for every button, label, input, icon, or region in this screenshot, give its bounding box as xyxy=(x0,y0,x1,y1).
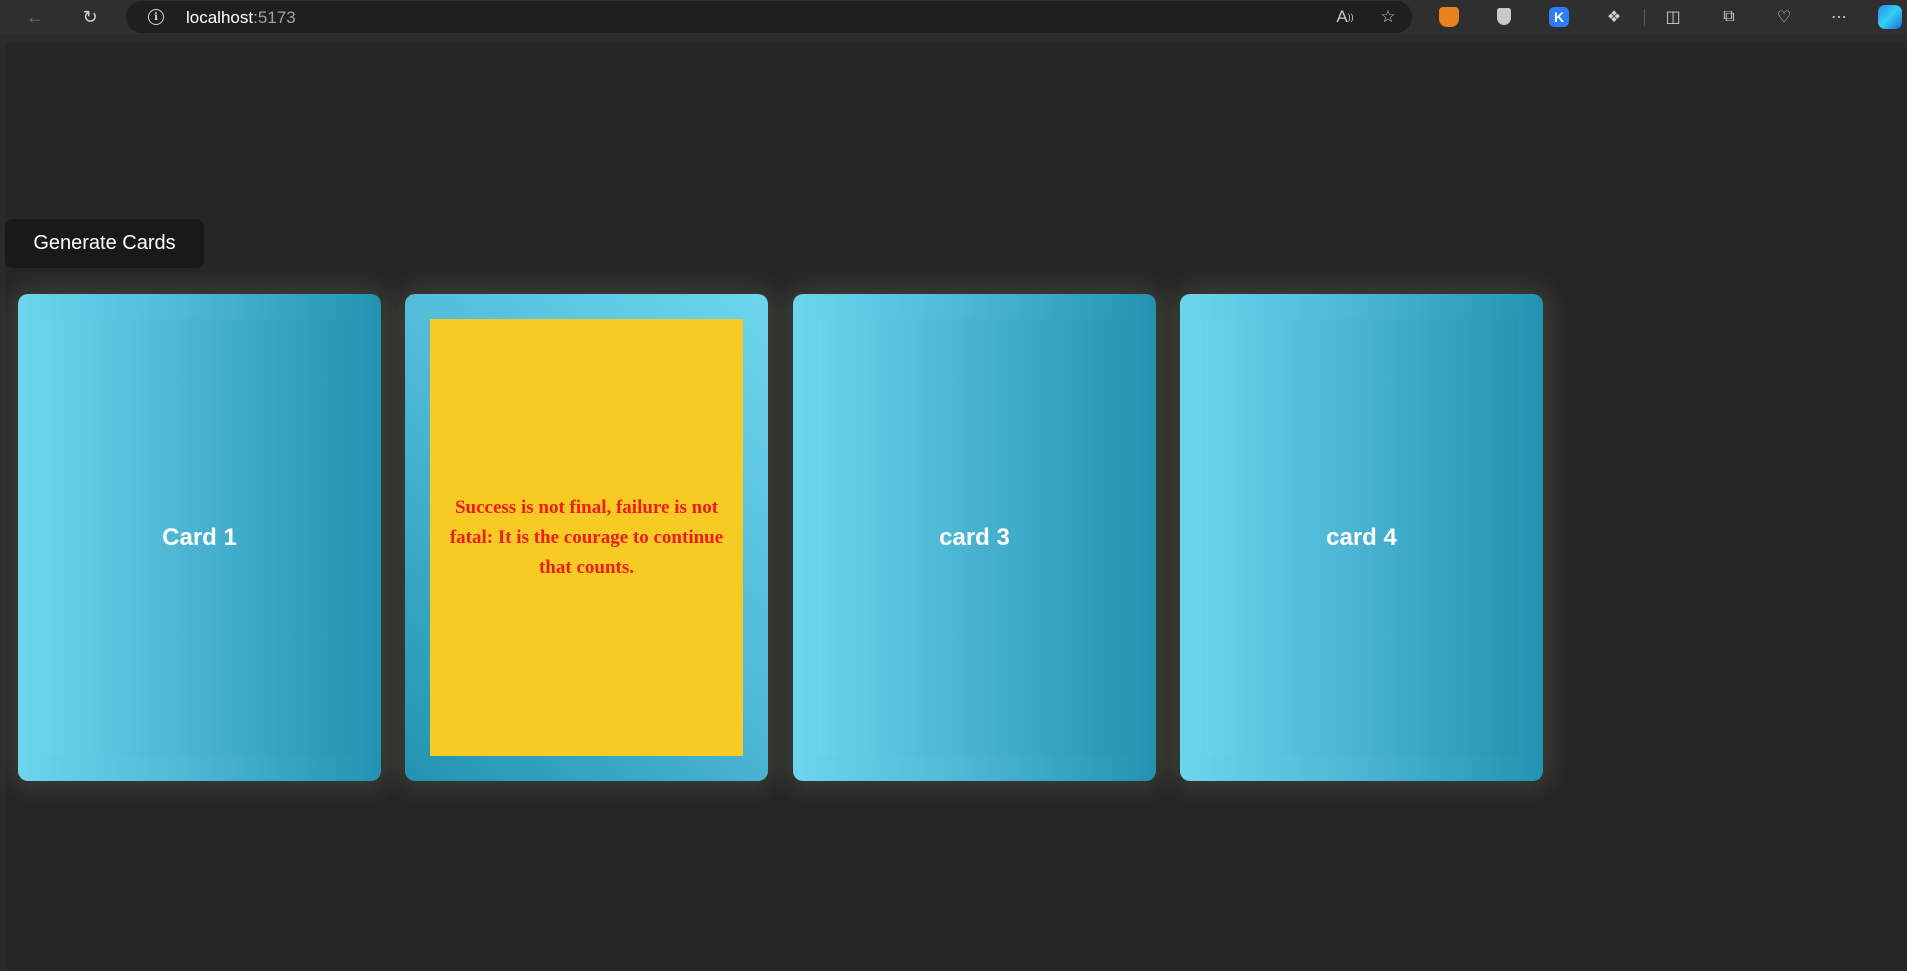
read-aloud-icon[interactable]: A)) xyxy=(1329,1,1361,33)
card-quote-face: Success is not final, failure is not fat… xyxy=(430,319,743,756)
k-extension-icon[interactable]: K xyxy=(1549,7,1569,27)
url-port: :5173 xyxy=(253,8,296,27)
reload-icon[interactable]: ↻ xyxy=(73,0,107,34)
url-text[interactable]: localhost:5173 xyxy=(186,8,296,28)
url-host: localhost xyxy=(186,8,254,27)
generate-cards-button[interactable]: Generate Cards xyxy=(5,219,204,268)
toolbar-separator xyxy=(1644,9,1645,26)
browser-essentials-icon[interactable]: ♡ xyxy=(1771,4,1797,30)
address-bar[interactable]: i localhost:5173 A)) ☆ xyxy=(126,1,1412,33)
browser-toolbar: ← ↻ i localhost:5173 A)) ☆ K ❖ ◫ ⧉ ♡ ⋯ xyxy=(0,0,1907,34)
split-screen-icon[interactable]: ◫ xyxy=(1660,4,1686,30)
card-label: Card 1 xyxy=(162,523,237,551)
card-face: card 3 xyxy=(818,319,1131,756)
more-options-icon[interactable]: ⋯ xyxy=(1826,4,1852,30)
card-face: Card 1 xyxy=(43,319,356,756)
card-2[interactable]: Success is not final, failure is not fat… xyxy=(405,294,768,781)
favorite-star-icon[interactable]: ☆ xyxy=(1372,1,1404,33)
card-quote-text: Success is not final, failure is not fat… xyxy=(449,496,724,578)
copilot-icon[interactable] xyxy=(1878,5,1902,29)
collections-icon[interactable]: ⧉ xyxy=(1716,4,1742,30)
extensions-puzzle-icon[interactable]: ❖ xyxy=(1601,4,1627,30)
card-label: card 3 xyxy=(939,523,1010,551)
site-info-icon[interactable]: i xyxy=(148,9,164,25)
card-4[interactable]: card 4 xyxy=(1180,294,1543,781)
card-label: card 4 xyxy=(1326,523,1397,551)
shield-extension-icon[interactable] xyxy=(1497,8,1511,25)
back-arrow-icon[interactable]: ← xyxy=(18,0,52,34)
card-face: card 4 xyxy=(1205,319,1518,756)
card-1[interactable]: Card 1 xyxy=(18,294,381,781)
card-3[interactable]: card 3 xyxy=(793,294,1156,781)
metamask-extension-icon[interactable] xyxy=(1439,7,1459,27)
